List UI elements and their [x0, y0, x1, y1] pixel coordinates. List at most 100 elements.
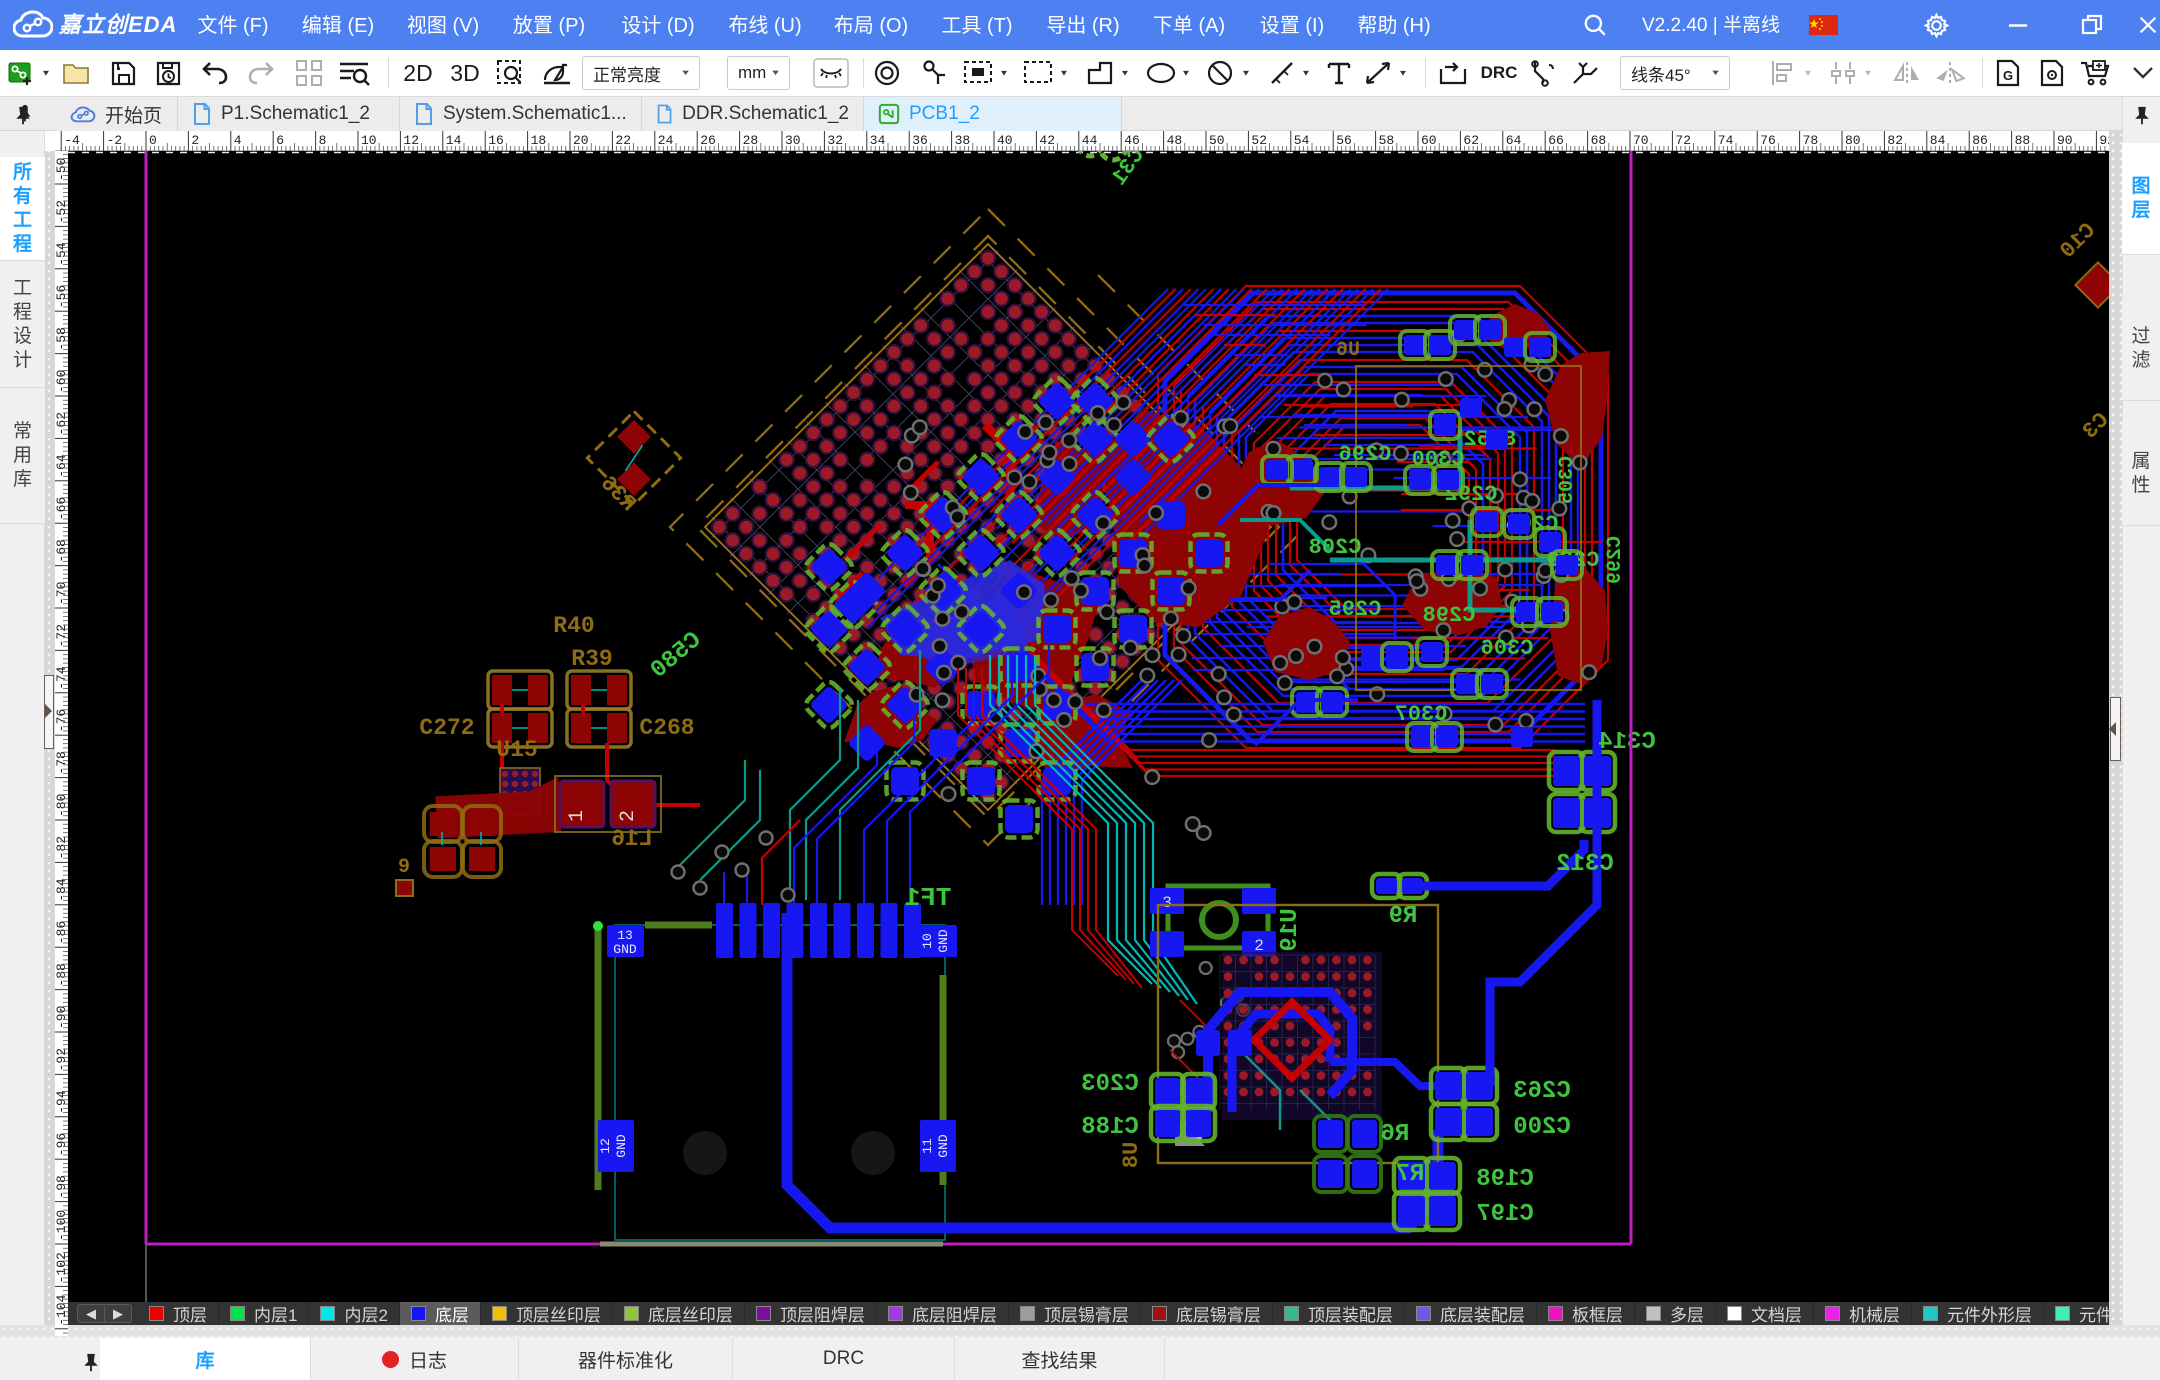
svg-text:C298: C298 — [1423, 603, 1476, 628]
svg-text:C306: C306 — [1481, 636, 1534, 661]
svg-text:20: 20 — [573, 133, 589, 148]
svg-text:40: 40 — [997, 133, 1013, 148]
svg-text:C272: C272 — [419, 715, 474, 741]
svg-text:60: 60 — [1421, 133, 1437, 148]
svg-text:-68: -68 — [55, 539, 68, 562]
svg-text:72: 72 — [1675, 133, 1691, 148]
svg-text:4: 4 — [234, 133, 242, 148]
svg-text:-2: -2 — [107, 133, 123, 148]
svg-text:C197: C197 — [1476, 1201, 1534, 1228]
svg-text:C208: C208 — [1309, 535, 1362, 560]
svg-text:10: 10 — [361, 133, 377, 148]
svg-text:-78: -78 — [55, 751, 68, 774]
svg-text:-86: -86 — [55, 921, 68, 944]
svg-text:-52: -52 — [55, 200, 68, 223]
svg-text:-80: -80 — [55, 794, 68, 817]
svg-text:70: 70 — [1633, 133, 1649, 148]
svg-text:48: 48 — [1167, 133, 1183, 148]
svg-text:68: 68 — [1591, 133, 1607, 148]
svg-text:9: 9 — [398, 856, 410, 879]
svg-text:52: 52 — [1251, 133, 1267, 148]
svg-text:-76: -76 — [55, 709, 68, 732]
svg-text:42: 42 — [1039, 133, 1055, 148]
svg-text:34: 34 — [870, 133, 886, 148]
svg-text:0: 0 — [149, 133, 157, 148]
svg-text:2: 2 — [191, 133, 199, 148]
svg-text:-82: -82 — [55, 836, 68, 859]
svg-text:76: 76 — [1760, 133, 1776, 148]
svg-text:R40: R40 — [553, 613, 594, 639]
svg-text:8: 8 — [319, 133, 327, 148]
svg-text:C314: C314 — [1598, 729, 1656, 756]
svg-text:U15: U15 — [496, 737, 537, 763]
svg-text:-72: -72 — [55, 624, 68, 647]
svg-text:GND: GND — [936, 1134, 951, 1158]
svg-text:78: 78 — [1803, 133, 1819, 148]
svg-text:30: 30 — [785, 133, 801, 148]
svg-text:11: 11 — [920, 1138, 935, 1154]
svg-text:-98: -98 — [55, 1175, 68, 1198]
svg-text:R7: R7 — [1396, 1161, 1425, 1188]
svg-text:-54: -54 — [55, 242, 68, 266]
svg-text:GND: GND — [613, 942, 637, 957]
svg-text:-92: -92 — [55, 1048, 68, 1071]
svg-text:28: 28 — [743, 133, 759, 148]
svg-text:46: 46 — [1124, 133, 1140, 148]
svg-text:13: 13 — [617, 928, 633, 943]
svg-text:80: 80 — [1845, 133, 1861, 148]
svg-text:TF1: TF1 — [905, 883, 952, 913]
svg-text:54: 54 — [1294, 133, 1310, 148]
svg-text:92: 92 — [2099, 133, 2109, 148]
svg-text:GND: GND — [614, 1134, 629, 1158]
svg-text:-96: -96 — [55, 1133, 68, 1156]
svg-text:6: 6 — [276, 133, 284, 148]
svg-text:G: G — [2003, 68, 2013, 83]
svg-text:74: 74 — [1718, 133, 1734, 148]
svg-text:C312: C312 — [1556, 851, 1614, 878]
svg-text:2: 2 — [617, 810, 640, 822]
svg-text:32: 32 — [827, 133, 843, 148]
svg-text:-4: -4 — [64, 133, 80, 148]
svg-text:-88: -88 — [55, 963, 68, 986]
svg-text:24: 24 — [658, 133, 674, 148]
svg-text:L16: L16 — [611, 826, 652, 852]
svg-text:C188: C188 — [1081, 1114, 1139, 1141]
svg-text:38: 38 — [955, 133, 971, 148]
svg-text:90: 90 — [2057, 133, 2073, 148]
svg-text:U19: U19 — [1277, 908, 1304, 951]
svg-text:C295: C295 — [1329, 597, 1382, 622]
svg-text:-58: -58 — [55, 327, 68, 350]
svg-text:22: 22 — [615, 133, 631, 148]
svg-text:C268: C268 — [639, 715, 694, 741]
svg-text:62: 62 — [1463, 133, 1479, 148]
svg-text:-84: -84 — [55, 878, 68, 902]
svg-text:C263: C263 — [1513, 1078, 1571, 1105]
svg-text:U8: U8 — [1119, 1142, 1144, 1168]
svg-text:C203: C203 — [1081, 1071, 1139, 1098]
svg-text:C200: C200 — [1513, 1114, 1571, 1141]
svg-text:C305: C305 — [1556, 456, 1579, 504]
svg-text:-74: -74 — [55, 666, 68, 690]
svg-text:84: 84 — [1930, 133, 1946, 148]
svg-text:88: 88 — [2015, 133, 2031, 148]
svg-text:44: 44 — [1082, 133, 1098, 148]
svg-text:C198: C198 — [1476, 1166, 1534, 1193]
svg-text:3: 3 — [1162, 894, 1172, 912]
svg-text:C299: C299 — [1604, 536, 1627, 584]
svg-text:R6: R6 — [1381, 1121, 1410, 1148]
svg-text:-94: -94 — [55, 1090, 68, 1114]
svg-text:-56: -56 — [55, 285, 68, 308]
svg-text:12: 12 — [403, 133, 419, 148]
svg-text:-66: -66 — [55, 497, 68, 520]
svg-text:-70: -70 — [55, 582, 68, 605]
svg-text:26: 26 — [700, 133, 716, 148]
svg-text:-64: -64 — [55, 454, 68, 478]
svg-text:56: 56 — [1336, 133, 1352, 148]
svg-text:58: 58 — [1379, 133, 1395, 148]
svg-text:50: 50 — [1209, 133, 1225, 148]
svg-text:GND: GND — [936, 929, 951, 953]
svg-text:18: 18 — [531, 133, 547, 148]
svg-text:-60: -60 — [55, 370, 68, 393]
svg-text:36: 36 — [912, 133, 928, 148]
svg-text:R39: R39 — [571, 646, 612, 672]
